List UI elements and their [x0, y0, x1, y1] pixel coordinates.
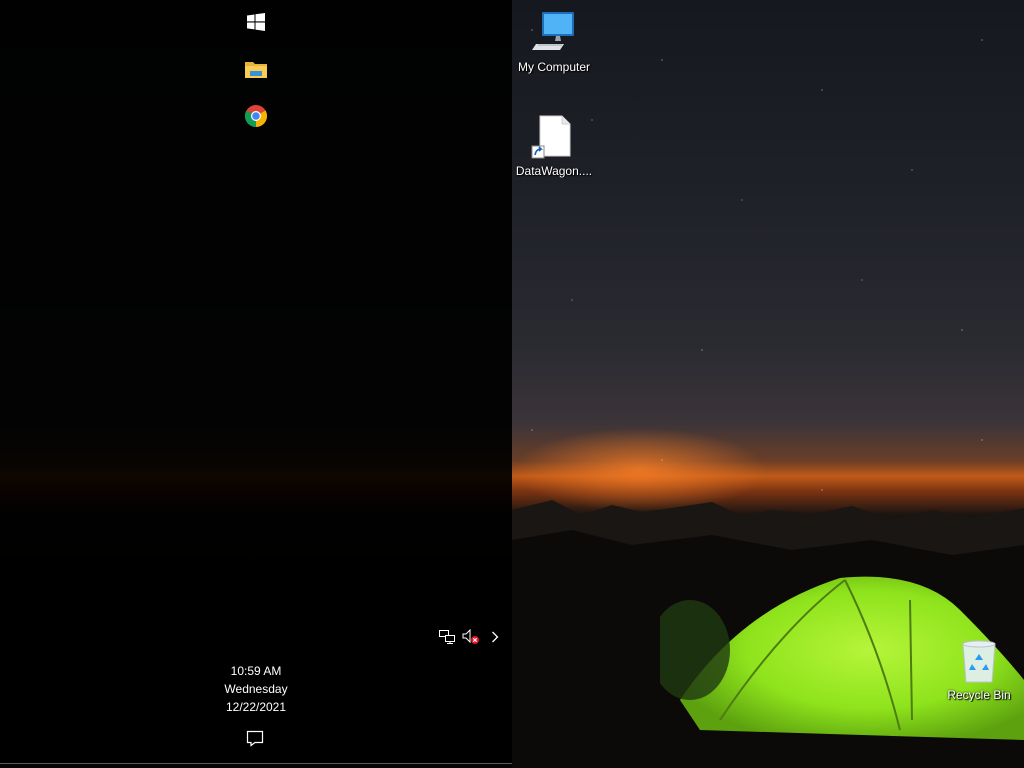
chrome-button[interactable]	[238, 98, 274, 134]
clock-date: 12/22/2021	[225, 700, 287, 714]
pinned-apps	[238, 4, 274, 145]
desktop-icon-label: DataWagon....	[515, 164, 593, 178]
volume-button[interactable]	[462, 629, 480, 645]
clock-time: 10:59 AM	[230, 664, 282, 678]
desktop-icon-recycle-bin[interactable]: Recycle Bin	[939, 638, 1019, 702]
notification-icon	[246, 730, 264, 747]
desktop-icon-my-computer[interactable]: My Computer	[514, 10, 594, 74]
recycle-bin-icon	[962, 640, 996, 683]
computer-icon	[532, 12, 574, 50]
wallpaper-stars	[512, 0, 1024, 520]
desktop-icon-datawagon[interactable]: DataWagon....	[514, 114, 594, 178]
desktop-icon-label: My Computer	[517, 60, 591, 74]
file-explorer-button[interactable]	[238, 51, 274, 87]
windows-logo-icon	[247, 13, 265, 31]
clock[interactable]: 10:59 AM Wednesday 12/22/2021	[196, 662, 316, 716]
volume-muted-icon	[462, 629, 479, 644]
chrome-icon	[245, 105, 267, 127]
network-button[interactable]	[438, 629, 456, 645]
action-center-button[interactable]	[245, 729, 267, 749]
start-button[interactable]	[238, 4, 274, 40]
folder-icon	[245, 62, 267, 78]
file-shortcut-icon	[531, 115, 571, 159]
taskbar-separator	[0, 763, 512, 764]
network-icon	[439, 630, 455, 644]
show-hidden-icons-button[interactable]	[488, 629, 502, 645]
clock-day: Wednesday	[224, 682, 288, 696]
desktop-icon-label: Recycle Bin	[947, 688, 1011, 702]
chevron-right-icon	[492, 631, 499, 643]
